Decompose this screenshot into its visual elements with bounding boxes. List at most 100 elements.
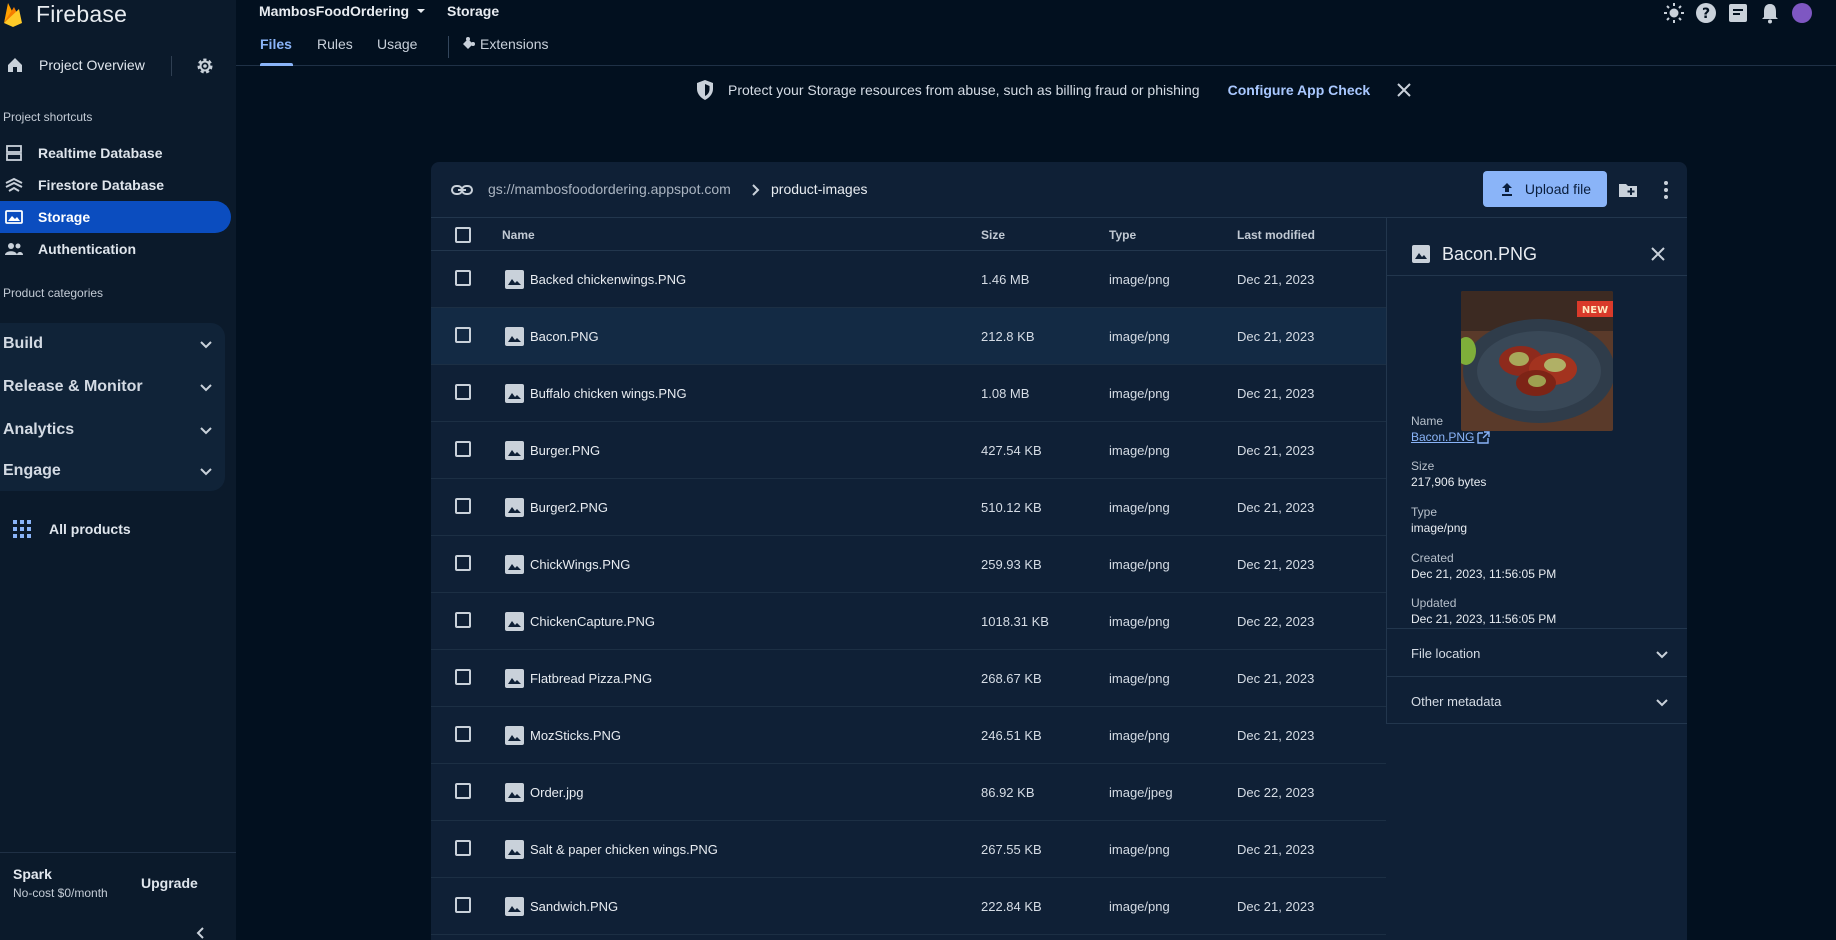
column-header[interactable]: Size [981,228,1005,242]
table-row[interactable]: Buffalo chicken wings.PNG 1.08 MB image/pn… [431,365,1386,422]
file-modified: Dec 21, 2023 [1237,272,1315,287]
category-analytics[interactable]: Analytics [0,409,225,451]
chevron-left-icon[interactable] [193,925,209,940]
chevron-right-icon [752,184,760,196]
sidebar-item-realtime-database[interactable]: Realtime Database [0,137,231,169]
file-location-section[interactable]: File location [1387,628,1687,676]
new-folder-icon[interactable] [1617,179,1639,201]
notifications-icon[interactable] [1759,2,1781,24]
row-checkbox[interactable] [455,669,471,685]
bucket-path[interactable]: gs://mambosfoodordering.appspot.com [488,181,731,197]
tab-extensions[interactable]: Extensions [460,36,548,52]
help-icon[interactable]: ? [1695,2,1717,24]
sidebar-item-storage[interactable]: Storage [0,201,231,233]
file-name[interactable]: Backed chickenwings.PNG [530,272,686,287]
table-row[interactable]: ChickenCapture.PNG 1018.31 KB image/png Dec… [431,593,1386,650]
upgrade-button[interactable]: Upgrade [141,875,198,891]
close-icon[interactable] [1648,244,1668,264]
table-row[interactable]: Bacon.PNG 212.8 KB image/png Dec 21, 2023 [431,308,1386,365]
file-name[interactable]: ChickWings.PNG [530,557,630,572]
avatar[interactable] [1791,2,1813,24]
categories-label: Product categories [3,286,104,300]
sidebar-item-label: Realtime Database [38,145,163,161]
file-size: 1.46 MB [981,272,1030,287]
file-type: image/png [1109,386,1170,401]
meta-label: Created [1411,551,1454,565]
gear-icon[interactable] [195,56,215,76]
row-checkbox[interactable] [455,270,471,286]
table-row[interactable]: ChickWings.PNG 259.93 KB image/png Dec 21, … [431,536,1386,593]
row-checkbox[interactable] [455,555,471,571]
select-all-checkbox[interactable] [455,227,471,243]
row-checkbox[interactable] [455,897,471,913]
file-name[interactable]: Sandwich.PNG [530,899,618,914]
file-size: 427.54 KB [981,443,1042,458]
file-name[interactable]: ChickenCapture.PNG [530,614,655,629]
file-name[interactable]: Buffalo chicken wings.PNG [530,386,687,401]
file-size: 212.8 KB [981,329,1035,344]
file-name[interactable]: Burger.PNG [530,443,600,458]
file-modified: Dec 21, 2023 [1237,842,1315,857]
table-row[interactable]: Burger2.PNG 510.12 KB image/png Dec 21, 202… [431,479,1386,536]
tab-files[interactable]: Files [260,36,292,52]
table-row[interactable]: Flatbread Pizza.PNG 268.67 KB image/png Dec… [431,650,1386,707]
brand[interactable]: Firebase [0,0,127,28]
close-icon[interactable] [1394,80,1414,100]
table-header: Name Size Type Last modified [431,219,1386,251]
table-row[interactable]: Backed chickenwings.PNG 1.46 MB image/png D… [431,251,1386,308]
sidebar-item-label: Storage [38,209,91,225]
all-products[interactable]: All products [0,516,131,542]
row-checkbox[interactable] [455,783,471,799]
row-checkbox[interactable] [455,327,471,343]
feedback-icon[interactable] [1727,2,1749,24]
table-row[interactable]: Sandwich.PNG 222.84 KB image/png Dec 21, 20… [431,878,1386,935]
file-name-link[interactable]: Bacon.PNG [1411,430,1491,444]
file-name[interactable]: Burger2.PNG [530,500,608,515]
theme-sun-icon[interactable] [1663,2,1685,24]
project-overview[interactable]: Project Overview [0,50,220,80]
table-row[interactable]: Burger.PNG 427.54 KB image/png Dec 21, 2023 [431,422,1386,479]
meta-value: Bacon.PNG [1411,430,1475,444]
link-icon[interactable] [451,179,473,201]
file-name[interactable]: Flatbread Pizza.PNG [530,671,652,686]
file-name[interactable]: Salt & paper chicken wings.PNG [530,842,718,857]
category-engage[interactable]: Engage [0,450,225,492]
tab-rules[interactable]: Rules [317,36,353,52]
category-build[interactable]: Build [0,323,225,365]
column-header[interactable]: Last modified [1237,228,1315,242]
sidebar-item-authentication[interactable]: Authentication [0,233,231,265]
row-checkbox[interactable] [455,612,471,628]
other-metadata-section[interactable]: Other metadata [1387,676,1687,724]
sidebar-item-firestore-database[interactable]: Firestore Database [0,169,231,201]
file-type: image/png [1109,443,1170,458]
firebase-logo-icon [4,3,22,27]
meta-label: Size [1411,459,1435,473]
row-checkbox[interactable] [455,498,471,514]
storage-icon [5,210,23,224]
meta-label: Type [1411,505,1438,519]
table-row[interactable]: Salt & paper chicken wings.PNG 267.55 KB i… [431,821,1386,878]
more-options-icon[interactable] [1656,179,1676,201]
upload-label: Upload file [1524,181,1592,197]
table-row[interactable]: Order.jpg 86.92 KB image/jpeg Dec 22, 2023 [431,764,1386,821]
row-checkbox[interactable] [455,726,471,742]
file-name[interactable]: Bacon.PNG [530,329,599,344]
row-checkbox[interactable] [455,384,471,400]
header-actions: ? [1663,2,1813,24]
row-checkbox[interactable] [455,441,471,457]
project-selector[interactable]: MambosFoodOrdering [259,3,429,19]
category-label: Analytics [3,421,75,438]
category-release-monitor[interactable]: Release & Monitor [0,366,225,408]
table-row[interactable]: MozSticks.PNG 246.51 KB image/png Dec 21, 2… [431,707,1386,764]
row-checkbox[interactable] [455,840,471,856]
upload-file-button[interactable]: Upload file [1483,171,1607,207]
column-header[interactable]: Name [502,228,535,242]
file-thumbnail[interactable]: NEW [1461,291,1613,431]
file-name[interactable]: Order.jpg [530,785,583,800]
open-in-new-icon [1477,430,1491,444]
column-header[interactable]: Type [1109,228,1136,242]
tab-usage[interactable]: Usage [377,36,417,52]
configure-app-check-link[interactable]: Configure App Check [1228,82,1371,98]
file-type: image/jpeg [1109,785,1173,800]
file-name[interactable]: MozSticks.PNG [530,728,621,743]
